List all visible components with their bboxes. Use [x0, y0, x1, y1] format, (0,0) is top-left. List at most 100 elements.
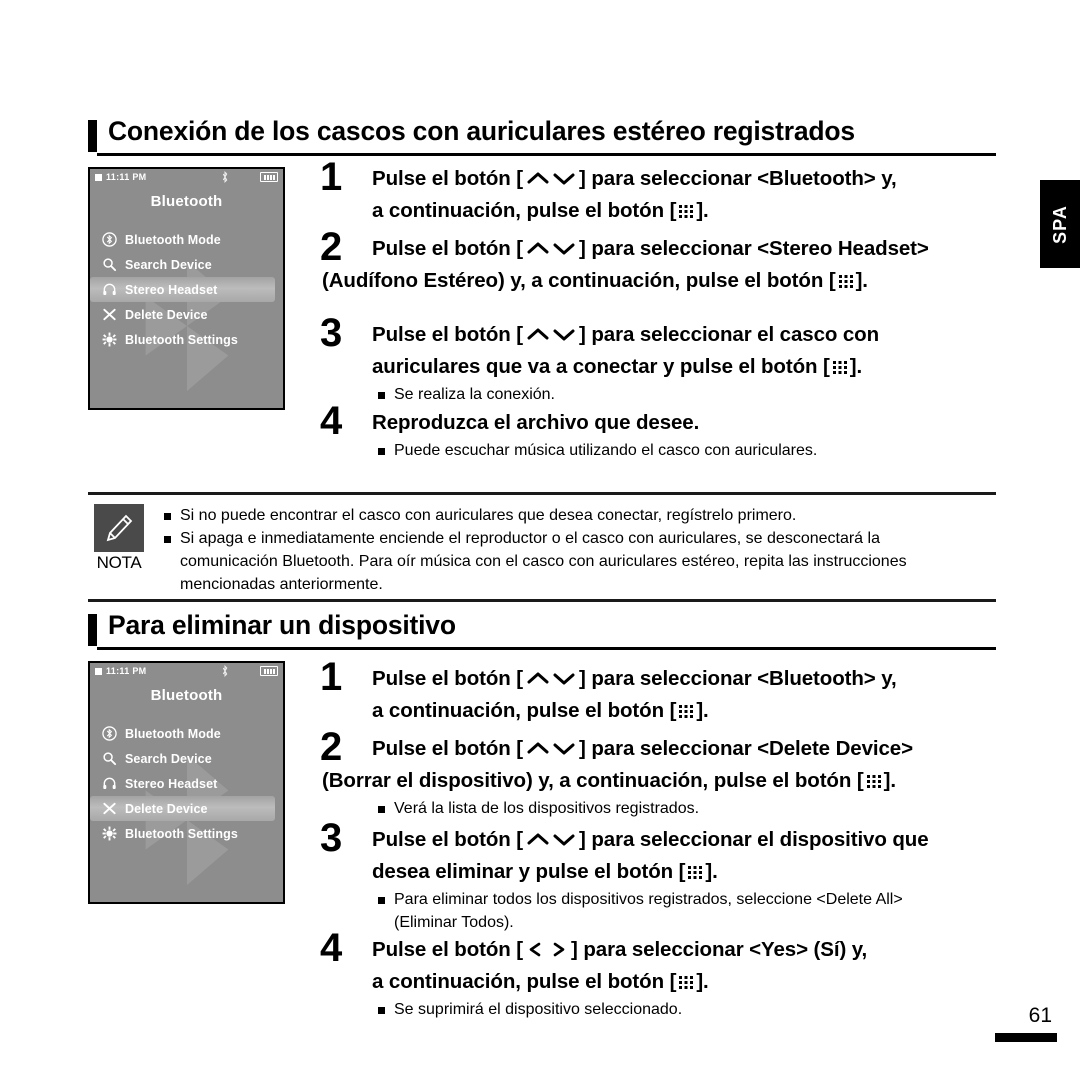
search-icon	[101, 256, 118, 273]
close-x-icon	[101, 800, 118, 817]
gear-icon	[101, 825, 118, 842]
menu-item-bluetooth-mode[interactable]: Bluetooth Mode	[90, 721, 283, 746]
up-down-key-icon	[523, 740, 579, 757]
menu-dots-key-icon	[685, 863, 705, 880]
step-text-line: Pulse el botón [] para seleccionar <Ster…	[372, 233, 1000, 265]
bluetooth-mode-icon	[101, 231, 118, 248]
section-title: Para eliminar un dispositivo	[108, 610, 456, 640]
step-note: Verá la lista de los dispositivos regist…	[372, 797, 1020, 820]
menu-dots-key-icon	[830, 358, 850, 375]
step-text-line: a continuación, pulse el botón [].	[372, 695, 1020, 727]
bluetooth-icon	[222, 171, 228, 183]
step-text-after: ] para seleccionar <Bluetooth> y,	[579, 167, 897, 190]
step-3: 3 Pulse el botón [] para seleccionar el …	[320, 313, 1000, 407]
step-number: 3	[320, 816, 343, 860]
step-text-before: Pulse el botón [	[372, 323, 524, 346]
step-text-line: (Borrar el dispositivo) y, a continuació…	[322, 765, 1020, 797]
note-rule-bottom	[88, 599, 996, 602]
up-down-key-icon	[523, 170, 579, 187]
menu-item-search-device[interactable]: Search Device	[90, 252, 283, 277]
device-screen-bluetooth-menu-1: 11:11 PM Bluetooth Bluetooth Mode Search…	[88, 167, 285, 410]
step-text-after: ].	[696, 699, 709, 722]
menu-item-label: Delete Device	[125, 801, 208, 816]
step-number: 2	[320, 725, 343, 769]
steps-list-1: 1 Pulse el botón [ ] para seleccionar <Bl…	[320, 157, 1000, 467]
note-line: comunicación Bluetooth. Para oír música …	[180, 553, 907, 570]
menu-item-delete-device[interactable]: Delete Device	[90, 796, 275, 821]
status-time: 11:11 PM	[106, 666, 147, 676]
step-text-before: a continuación, pulse el botón [	[372, 970, 677, 993]
left-right-key-icon	[523, 941, 571, 958]
step-text-before: desea eliminar y pulse el botón [	[372, 860, 686, 883]
step-text-after: ].	[883, 769, 896, 792]
menu-item-label: Search Device	[125, 751, 212, 766]
headphones-icon	[101, 775, 118, 792]
step-text-before: Pulse el botón [	[372, 237, 524, 260]
page-number: 61	[1028, 1004, 1052, 1027]
up-down-key-icon	[523, 240, 579, 257]
menu-dots-key-icon	[836, 272, 856, 289]
step-text-after: ].	[696, 970, 709, 993]
step-text-after: ].	[705, 860, 718, 883]
step-text-before: (Audífono Estéreo) y, a continuación, pu…	[322, 269, 836, 292]
stop-square-icon	[95, 667, 102, 675]
menu-item-label: Search Device	[125, 257, 212, 272]
step-4: 4 Reproduzca el archivo que desee. Puede…	[320, 401, 1000, 467]
headphones-icon	[101, 281, 118, 298]
step-number: 1	[320, 655, 343, 699]
step-text-line: auriculares que va a conectar y pulse el…	[372, 351, 1000, 383]
section-title: Conexión de los cascos con auriculares e…	[108, 116, 855, 146]
step-4: 4 Pulse el botón [] para seleccionar <Ye…	[320, 928, 1020, 1024]
step-text-before: a continuación, pulse el botón [	[372, 199, 677, 222]
heading-accent-bar	[88, 120, 97, 152]
step-text-after: ] para seleccionar <Yes> (Sí) y,	[571, 938, 868, 961]
step-text-line: Pulse el botón [] para seleccionar <Yes>…	[372, 934, 1020, 966]
step-text-line: a continuación, pulse el botón [].	[372, 966, 1020, 998]
device-screen-bluetooth-menu-2: 11:11 PM Bluetooth Bluetooth Mode Search…	[88, 661, 285, 904]
step-text-before: (Borrar el dispositivo) y, a continuació…	[322, 769, 864, 792]
device-menu-title: Bluetooth	[150, 687, 223, 704]
battery-full-icon	[260, 666, 278, 676]
step-text-before: Pulse el botón [	[372, 667, 524, 690]
step-number: 1	[320, 155, 343, 199]
menu-item-label: Bluetooth Settings	[125, 332, 238, 347]
step-text-line: Reproduzca el archivo que desee.	[372, 411, 700, 434]
step-text-line: Pulse el botón [ ] para seleccionar <Blue…	[372, 163, 1000, 195]
step-text-before: Pulse el botón [	[372, 167, 524, 190]
step-number: 4	[320, 399, 343, 443]
menu-item-search-device[interactable]: Search Device	[90, 746, 283, 771]
heading-rule	[97, 153, 996, 156]
menu-item-label: Stereo Headset	[125, 776, 218, 791]
menu-item-label: Delete Device	[125, 307, 208, 322]
language-tab-spa: SPA	[1040, 180, 1080, 268]
heading-accent-bar	[88, 614, 97, 646]
manual-page: Conexión de los cascos con auriculares e…	[0, 0, 1080, 1080]
note-label: NOTA	[96, 553, 142, 572]
menu-item-stereo-headset[interactable]: Stereo Headset	[90, 771, 283, 796]
menu-item-bluetooth-settings[interactable]: Bluetooth Settings	[90, 821, 283, 846]
step-text-line: (Audífono Estéreo) y, a continuación, pu…	[322, 265, 1000, 297]
note-line: mencionadas anteriormente.	[180, 576, 383, 593]
status-time: 11:11 PM	[106, 172, 147, 182]
step-text-line: desea eliminar y pulse el botón [].	[372, 856, 1020, 888]
step-number: 2	[320, 225, 343, 269]
menu-item-stereo-headset[interactable]: Stereo Headset	[90, 277, 275, 302]
menu-item-delete-device[interactable]: Delete Device	[90, 302, 283, 327]
search-icon	[101, 750, 118, 767]
step-text-after: ] para seleccionar el dispositivo que	[579, 828, 929, 851]
step-text-line: a continuación, pulse el botón [].	[372, 195, 1000, 227]
step-text-after: ].	[696, 199, 709, 222]
menu-item-bluetooth-settings[interactable]: Bluetooth Settings	[90, 327, 283, 352]
step-note: Se realiza la conexión.	[372, 383, 1000, 406]
note-line: Si apaga e inmediatamente enciende el re…	[158, 527, 988, 550]
note-box: NOTA Si no puede encontrar el casco con …	[88, 492, 996, 602]
battery-full-icon	[260, 172, 278, 182]
menu-item-bluetooth-mode[interactable]: Bluetooth Mode	[90, 227, 283, 252]
step-text-line: Pulse el botón [] para seleccionar el di…	[372, 824, 1020, 856]
step-text-before: auriculares que va a conectar y pulse el…	[372, 355, 830, 378]
step-3: 3 Pulse el botón [] para seleccionar el …	[320, 818, 1020, 934]
step-note: Para eliminar todos los dispositivos reg…	[372, 888, 1020, 911]
gear-icon	[101, 331, 118, 348]
device-menu-list-1: Bluetooth Mode Search Device Stereo Head…	[90, 227, 283, 352]
step-note: Se suprimirá el dispositivo seleccionado…	[372, 998, 1020, 1021]
